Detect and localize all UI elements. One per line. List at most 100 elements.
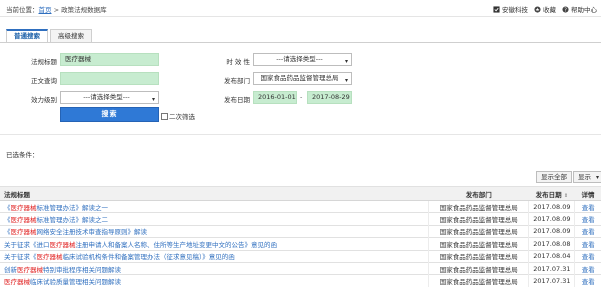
title-suffix: 临床试验机构条件和备案管理办法（征求意见稿）》意见的函 — [62, 253, 235, 262]
row-dept: 国家食品药品监督管理总局 — [428, 212, 530, 226]
display-dropdown-button[interactable]: 显示 ▾ — [573, 171, 601, 183]
breadcrumb: 当前位置：首页 > 政策法规数据库 — [6, 4, 107, 14]
search-button[interactable]: 搜索 — [60, 107, 159, 122]
row-date: 2017.07.31 — [528, 274, 576, 288]
second-search-option[interactable]: 二次筛选 — [161, 111, 195, 121]
row-date: 2017.07.31 — [528, 261, 576, 275]
title-keyword: 医疗器械 — [17, 265, 43, 274]
breadcrumb-home-link[interactable]: 首页 — [39, 6, 52, 14]
help-link[interactable]: ? 帮助中心 — [562, 4, 597, 14]
row-view-link[interactable]: 查看 — [574, 199, 601, 213]
checkbox-icon — [493, 5, 500, 13]
level-label: 效力级别 — [31, 96, 57, 104]
row-title-link[interactable]: 《医疗器械标准管理办法》解读之一 — [0, 199, 430, 213]
collect-label: 收藏 — [543, 6, 556, 14]
row-view-link[interactable]: 查看 — [574, 249, 601, 263]
validity-label: 时 效 性 — [226, 58, 250, 66]
level-select[interactable]: ---请选择类型--- ▾ — [60, 91, 159, 104]
chevron-down-icon: ▾ — [595, 174, 599, 181]
star-icon — [534, 5, 541, 13]
favorite-link[interactable]: 安徽科技 — [493, 4, 528, 14]
chevron-down-icon: ▾ — [344, 58, 348, 65]
title-suffix: 网络安全注册技术审查指导原则》解读 — [36, 228, 148, 237]
title-label: 法规标题 — [31, 58, 57, 66]
title-keyword: 医疗器械 — [10, 216, 37, 225]
chevron-down-icon: ▾ — [151, 96, 155, 103]
title-keyword: 医疗器械 — [4, 278, 30, 287]
validity-select-value: ---请选择类型--- — [276, 55, 323, 63]
row-view-link[interactable]: 查看 — [574, 224, 601, 238]
date-to-input[interactable]: 2017-08-29 — [307, 91, 352, 104]
body-label: 正文查询 — [31, 77, 57, 85]
title-keyword: 医疗器械 — [10, 228, 37, 237]
row-title-link[interactable]: 《医疗器械标准管理办法》解读之二 — [0, 212, 430, 226]
title-suffix: 标准管理办法》解读之二 — [36, 216, 109, 225]
row-date: 2017.08.09 — [528, 199, 576, 213]
breadcrumb-separator: > — [51, 6, 62, 14]
tab-advanced-search[interactable]: 高级搜索 — [50, 29, 92, 42]
row-title-link[interactable]: 关于征求《进口医疗器械注册申请人和备案人名称、住所等生产地址变更中文的公告》意见… — [0, 237, 430, 251]
row-view-link[interactable]: 查看 — [574, 261, 601, 275]
header-date[interactable]: 发布日期 ⇕ — [528, 186, 575, 201]
help-label: 帮助中心 — [571, 6, 597, 14]
body-input[interactable] — [60, 72, 159, 85]
title-suffix: 注册申请人和备案人名称、住所等生产地址变更中文的公告》意见的函 — [75, 240, 278, 249]
help-icon: ? — [562, 5, 569, 13]
table-row: 创新医疗器械特别审批程序相关问题解读 国家食品药品监督管理总局 2017.07.31… — [0, 261, 601, 275]
title-prefix: 创新 — [4, 265, 17, 274]
row-dept: 国家食品药品监督管理总局 — [428, 199, 530, 213]
breadcrumb-current: 政策法规数据库 — [61, 6, 107, 14]
title-keyword: 医疗器械 — [49, 240, 76, 249]
table-row: 《医疗器械标准管理办法》解读之一 国家食品药品监督管理总局 2017.08.09 查看 — [0, 199, 601, 213]
section-divider — [0, 134, 601, 135]
dept-select[interactable]: 国家食品药品监督管理总局 ▾ — [253, 72, 352, 85]
title-input[interactable]: 医疗器械 — [60, 53, 159, 66]
title-suffix: 临床试验质量管理相关问题解读 — [30, 278, 121, 287]
header-detail: 详情 — [574, 186, 601, 201]
title-suffix: 标准管理办法》解读之一 — [36, 203, 109, 212]
date-from-input[interactable]: 2016-01-01 — [253, 91, 297, 104]
row-date: 2017.08.08 — [528, 237, 576, 251]
level-select-value: ---请选择类型--- — [83, 93, 130, 101]
row-title-link[interactable]: 《医疗器械网络安全注册技术审查指导原则》解读 — [0, 224, 430, 238]
row-view-link[interactable]: 查看 — [574, 212, 601, 226]
search-tabs: 普通搜索 高级搜索 — [6, 29, 92, 42]
title-suffix: 特别审批程序相关问题解读 — [43, 265, 121, 274]
row-dept: 国家食品药品监督管理总局 — [428, 274, 530, 288]
selected-conditions-label: 已选条件： — [6, 151, 39, 159]
row-view-link[interactable]: 查看 — [574, 237, 601, 251]
row-view-link[interactable]: 查看 — [574, 274, 601, 288]
title-prefix: 关于征求《 — [4, 253, 37, 262]
tab-underline — [0, 42, 601, 43]
second-search-checkbox[interactable] — [161, 112, 168, 120]
top-links: 安徽科技 收藏 ? 帮助中心 — [493, 4, 597, 14]
dept-select-value: 国家食品药品监督管理总局 — [260, 74, 339, 82]
row-date: 2017.08.09 — [528, 224, 576, 238]
collect-link[interactable]: 收藏 — [534, 4, 556, 14]
tab-basic-search[interactable]: 普通搜索 — [6, 29, 48, 42]
validity-select[interactable]: ---请选择类型--- ▾ — [253, 53, 352, 66]
breadcrumb-prefix: 当前位置： — [6, 6, 39, 14]
show-all-button[interactable]: 显示全部 — [536, 171, 572, 183]
table-row: 《医疗器械网络安全注册技术审查指导原则》解读 国家食品药品监督管理总局 2017.0… — [0, 224, 601, 238]
table-header-row: 法规标题 发布部门 发布日期 ⇕ 详情 — [0, 186, 601, 201]
row-title-link[interactable]: 医疗器械临床试验质量管理相关问题解读 — [0, 274, 430, 288]
title-keyword: 医疗器械 — [36, 253, 63, 262]
row-date: 2017.08.09 — [528, 212, 576, 226]
dept-label: 发布部门 — [224, 77, 250, 85]
title-prefix: 关于征求《进口 — [4, 240, 50, 249]
row-title-link[interactable]: 创新医疗器械特别审批程序相关问题解读 — [0, 261, 430, 275]
table-row: 关于征求《医疗器械临床试验机构条件和备案管理办法（征求意见稿）》意见的函 国家食品… — [0, 249, 601, 263]
favorite-label: 安徽科技 — [502, 6, 528, 14]
row-dept: 国家食品药品监督管理总局 — [428, 224, 530, 238]
sort-icon[interactable]: ⇕ — [564, 193, 568, 199]
header-title[interactable]: 法规标题 — [0, 186, 429, 201]
table-row: 《医疗器械标准管理办法》解读之二 国家食品药品监督管理总局 2017.08.09 查看 — [0, 212, 601, 226]
top-bar: 当前位置：首页 > 政策法规数据库 安徽科技 收藏 ? 帮助中心 — [0, 0, 601, 17]
row-dept: 国家食品药品监督管理总局 — [428, 261, 530, 275]
second-search-label: 二次筛选 — [169, 113, 195, 121]
date-label: 发布日期 — [224, 96, 250, 104]
row-date: 2017.08.04 — [528, 249, 576, 263]
row-title-link[interactable]: 关于征求《医疗器械临床试验机构条件和备案管理办法（征求意见稿）》意见的函 — [0, 249, 430, 263]
header-dept[interactable]: 发布部门 — [428, 186, 529, 201]
